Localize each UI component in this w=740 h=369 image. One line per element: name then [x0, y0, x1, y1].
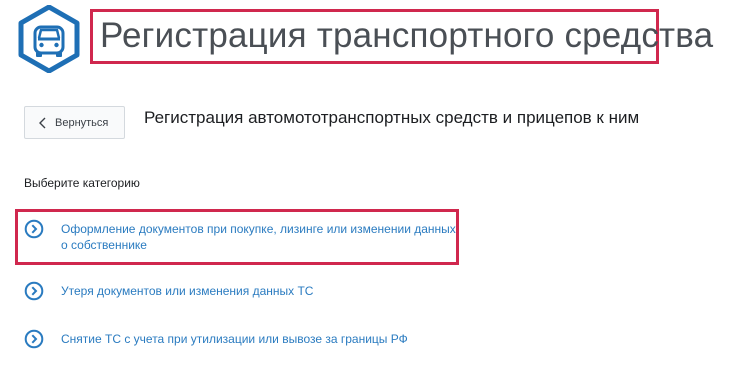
choose-category-label: Выберите категорию: [24, 176, 140, 190]
category-link-label: Оформление документов при покупке, лизин…: [61, 222, 456, 252]
back-button[interactable]: Вернуться: [24, 106, 125, 139]
category-link-label: Снятие ТС с учета при утилизации или выв…: [61, 332, 408, 346]
arrow-right-circle-icon: [24, 329, 44, 349]
back-button-label: Вернуться: [55, 116, 109, 129]
arrow-right-circle-icon: [24, 219, 44, 239]
category-link-purchase[interactable]: Оформление документов при покупке, лизин…: [24, 219, 461, 253]
car-icon: [15, 5, 83, 73]
category-link-deregistration[interactable]: Снятие ТС с учета при утилизации или выв…: [24, 329, 408, 349]
page-title: Регистрация транспортного средства: [100, 16, 714, 55]
arrow-right-circle-icon: [24, 281, 44, 301]
category-link-lost-documents[interactable]: Утеря документов или изменения данных ТС: [24, 281, 313, 301]
service-subtitle: Регистрация автомототранспортных средств…: [144, 108, 640, 127]
category-link-label: Утеря документов или изменения данных ТС: [61, 284, 314, 298]
chevron-left-icon: [39, 117, 46, 128]
